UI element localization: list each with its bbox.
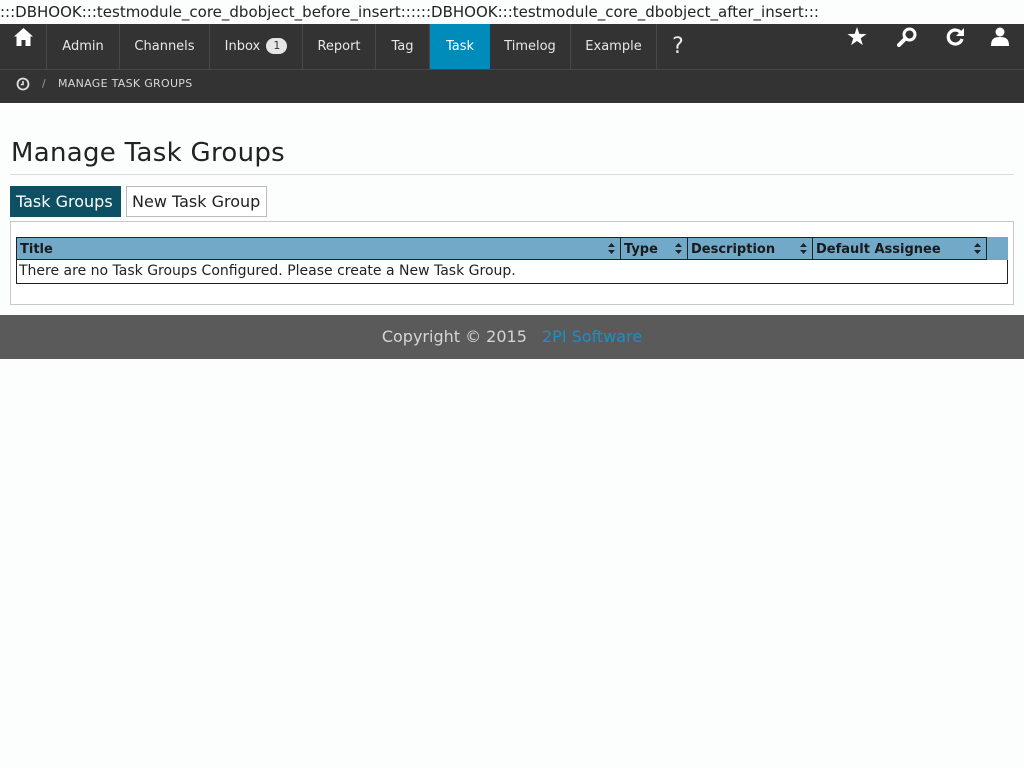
nav-item-inbox-label: Inbox xyxy=(224,39,261,54)
nav-item-timelog[interactable]: Timelog xyxy=(490,24,571,69)
breadcrumb-separator: / xyxy=(42,77,46,90)
footer-company-link[interactable]: 2PI Software xyxy=(542,327,642,346)
sort-icon xyxy=(800,243,807,254)
user-icon[interactable] xyxy=(988,24,1012,72)
home-icon[interactable] xyxy=(0,24,47,69)
empty-table-message: There are no Task Groups Configured. Ple… xyxy=(19,263,516,279)
column-header-description[interactable]: Description xyxy=(687,237,813,260)
sort-icon xyxy=(974,243,981,254)
inbox-count-badge: 1 xyxy=(266,37,288,54)
title-divider xyxy=(10,174,1014,175)
nav-item-report[interactable]: Report xyxy=(303,24,376,69)
column-type-label: Type xyxy=(624,242,658,257)
column-header-type[interactable]: Type xyxy=(620,237,688,260)
top-navigation-bar: Admin Channels Inbox 1 Report Tag Task T… xyxy=(0,24,1024,69)
sort-icon xyxy=(675,243,682,254)
nav-item-channels[interactable]: Channels xyxy=(120,24,210,69)
tab-task-groups[interactable]: Task Groups xyxy=(10,186,121,217)
refresh-icon[interactable] xyxy=(943,24,967,72)
nav-item-help[interactable]: ? xyxy=(657,24,699,69)
nav-item-inbox[interactable]: Inbox 1 xyxy=(210,24,303,69)
column-title-label: Title xyxy=(20,242,53,257)
clock-icon[interactable] xyxy=(16,76,30,95)
nav-item-task[interactable]: Task xyxy=(430,24,490,69)
search-icon[interactable] xyxy=(895,24,919,72)
column-header-title[interactable]: Title xyxy=(16,237,621,260)
sort-icon xyxy=(608,243,615,254)
column-description-label: Description xyxy=(691,242,776,257)
nav-item-admin[interactable]: Admin xyxy=(47,24,120,69)
nav-item-tag[interactable]: Tag xyxy=(376,24,430,69)
breadcrumb: / MANAGE TASK GROUPS xyxy=(0,69,1024,103)
column-default-assignee-label: Default Assignee xyxy=(816,242,941,257)
breadcrumb-current: MANAGE TASK GROUPS xyxy=(58,77,193,90)
nav-item-example[interactable]: Example xyxy=(571,24,657,69)
tab-new-task-group[interactable]: New Task Group xyxy=(126,186,267,217)
column-header-default-assignee[interactable]: Default Assignee xyxy=(812,237,987,260)
star-icon[interactable] xyxy=(845,24,869,72)
page-title: Manage Task Groups xyxy=(11,138,286,168)
debug-output: :::DBHOOK:::testmodule_core_dbobject_bef… xyxy=(0,3,819,21)
footer-copyright: Copyright © 2015 xyxy=(381,327,527,346)
footer: Copyright © 2015 2PI Software xyxy=(0,315,1024,359)
